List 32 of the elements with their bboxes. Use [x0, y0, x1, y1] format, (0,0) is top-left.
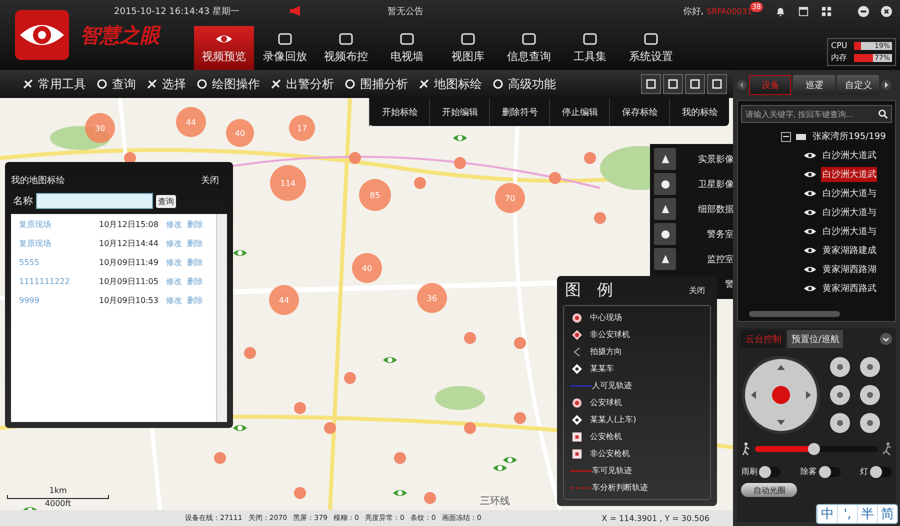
announcement: 暂无公告 [387, 6, 424, 18]
legend-title: 图 例 [565, 280, 613, 301]
legend-label: 人可见轨迹 [592, 380, 632, 391]
field-label: 名称 [13, 195, 33, 208]
scale-label: 1km [49, 486, 67, 495]
road-label: 三环线 [480, 494, 510, 508]
legend-label: 某某车 [590, 363, 614, 374]
legend-label: 非公安枪机 [590, 448, 630, 459]
legend-label: 公安枪机 [590, 431, 622, 442]
scale-label: 4000ft [44, 499, 72, 508]
plot-time: 10月12日14:44 [99, 238, 160, 249]
meter-label: 内存 [831, 52, 848, 63]
toggle-label: 雨刷 [741, 466, 758, 477]
toggle-label: 除雾 [800, 466, 817, 477]
plot-time: 10月09日11:05 [99, 276, 160, 287]
greeting: 你好, [682, 6, 704, 18]
legend-label: 非公安球机 [590, 329, 630, 340]
legend-label: 公安球机 [590, 397, 622, 408]
meter-label: CPU [831, 41, 848, 50]
legend-label: 车可见轨迹 [592, 465, 632, 476]
plot-time: 10月09日11:49 [99, 257, 160, 268]
toggle-label: 灯 [860, 466, 868, 477]
map-coordinates: X = 114.3901 , Y = 30.506 [602, 514, 710, 522]
date-time: 2015-10-12 16:14:43 星期一 [114, 6, 240, 18]
plot-time: 10月09日10:53 [99, 295, 160, 306]
plot-time: 10月12日15:08 [99, 219, 160, 230]
panel-title: 我的地图标绘 [11, 174, 65, 187]
legend-label: 某某人(上车) [590, 414, 636, 425]
legend-label: 拍摄方向 [590, 346, 622, 357]
legend-label: 车分析判断轨迹 [592, 482, 648, 493]
legend-label: 中心现场 [590, 312, 622, 323]
logo-title: 智慧之眼 [80, 22, 160, 48]
